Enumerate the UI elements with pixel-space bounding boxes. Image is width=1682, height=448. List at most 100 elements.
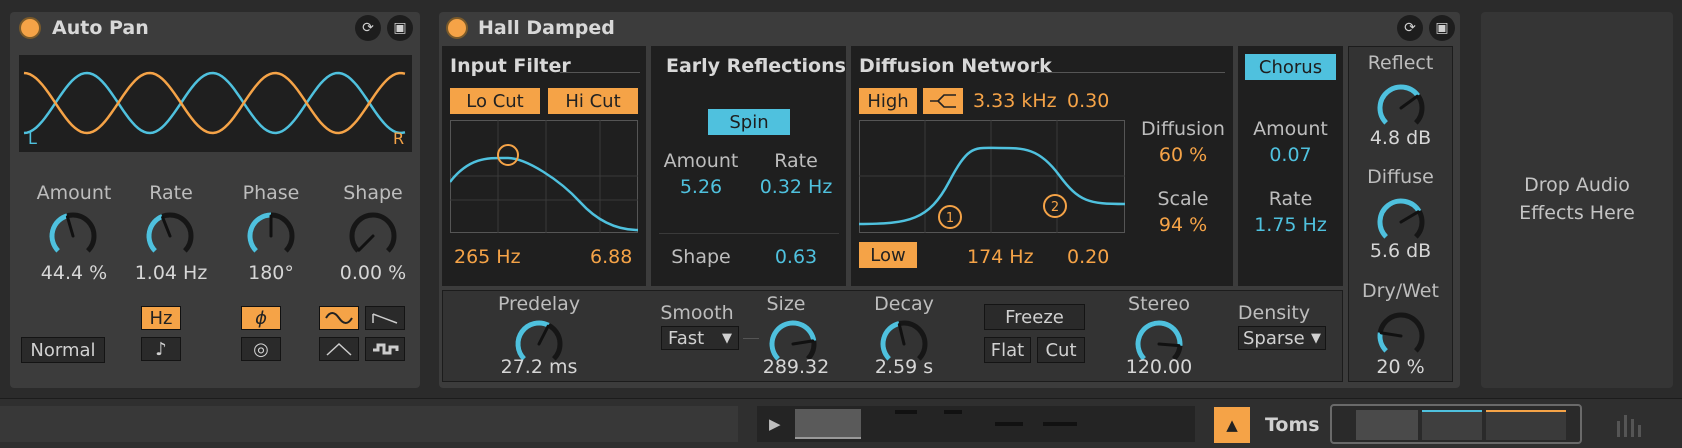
track-expand-button[interactable]: ▲: [1214, 407, 1250, 443]
diffusion-network-graph[interactable]: 1 2: [859, 120, 1125, 233]
clip-overview[interactable]: ▶: [757, 406, 1195, 442]
drop-area-line1: Drop Audio: [1524, 174, 1630, 196]
density-dropdown[interactable]: Sparse ▼: [1238, 326, 1326, 350]
hot-swap-icon[interactable]: ⟳: [1397, 15, 1423, 41]
high-damp-value[interactable]: 0.30: [1067, 90, 1109, 112]
overview-note: [995, 422, 1023, 426]
lfo-left-label: L: [28, 129, 37, 148]
smooth-label: Smooth: [660, 302, 734, 324]
divider: [659, 233, 839, 234]
decay-label: Decay: [874, 293, 934, 315]
high-marker-label: 2: [1051, 200, 1059, 215]
overview-note: [895, 410, 917, 414]
sine-wave-icon[interactable]: [319, 306, 359, 330]
input-filter-q[interactable]: 6.88: [590, 246, 632, 268]
predelay-value: 27.2 ms: [500, 356, 578, 378]
spin-mode-button[interactable]: ◎: [241, 337, 281, 361]
shape-knob[interactable]: [345, 208, 401, 264]
size-label: Size: [766, 293, 806, 315]
meter-bar: [1638, 425, 1641, 437]
save-preset-icon[interactable]: ▣: [1429, 15, 1455, 41]
saw-wave-icon[interactable]: [365, 306, 405, 330]
stereo-label: Stereo: [1128, 293, 1190, 315]
shape-label: Shape: [343, 182, 403, 204]
hi-cut-button[interactable]: Hi Cut: [548, 88, 638, 114]
shelf-type-icon[interactable]: [923, 88, 963, 114]
lo-cut-button[interactable]: Lo Cut: [450, 88, 540, 114]
overview-note: [1043, 422, 1077, 426]
amount-knob[interactable]: [45, 208, 101, 264]
low-shelf-button[interactable]: Low: [859, 242, 917, 268]
cut-button[interactable]: Cut: [1037, 337, 1085, 363]
overview-viewport[interactable]: [795, 409, 861, 439]
drywet-value: 20 %: [1376, 356, 1425, 378]
spin-button[interactable]: Spin: [708, 109, 790, 135]
rate-note-button[interactable]: ♪: [141, 337, 181, 361]
stereo-value: 120.00: [1125, 356, 1193, 378]
divider: [743, 338, 759, 339]
triangle-up-icon: ▲: [1226, 416, 1238, 434]
play-icon[interactable]: ▶: [769, 415, 781, 433]
hot-swap-icon[interactable]: ⟳: [355, 15, 381, 41]
density-label: Density: [1237, 302, 1311, 324]
input-filter-freq[interactable]: 265 Hz: [454, 246, 521, 268]
smooth-dropdown[interactable]: Fast ▼: [661, 326, 739, 350]
status-field: [0, 406, 738, 442]
drop-area-line2: Effects Here: [1519, 202, 1635, 224]
drywet-label: Dry/Wet: [1362, 280, 1439, 302]
bottom-bar: ▶ ▲ Toms: [0, 398, 1682, 448]
phase-value: 180°: [248, 262, 294, 284]
chorus-button[interactable]: Chorus: [1245, 54, 1336, 80]
drop-effects-area[interactable]: Drop Audio Effects Here: [1481, 12, 1673, 388]
triangle-wave-icon[interactable]: [319, 337, 359, 361]
diffusion-value[interactable]: 60 %: [1135, 144, 1231, 166]
scale-label: Scale: [1157, 188, 1209, 210]
diffusion-network-panel: Diffusion Network High 3.33 kHz 0.30 1 2…: [851, 46, 1233, 286]
save-preset-icon[interactable]: ▣: [387, 15, 413, 41]
phase-knob[interactable]: [243, 208, 299, 264]
low-damp-value[interactable]: 0.20: [1067, 246, 1109, 268]
decay-value: 2.59 s: [874, 356, 934, 378]
chorus-amount-value[interactable]: 0.07: [1238, 144, 1343, 166]
phase-mode-button[interactable]: ϕ: [241, 306, 281, 330]
meter-bar: [1624, 415, 1627, 437]
lfo-right-label: R: [393, 129, 405, 148]
input-filter-title: Input Filter: [450, 55, 571, 77]
high-shelf-button[interactable]: High: [859, 88, 917, 114]
flat-button[interactable]: Flat: [984, 337, 1031, 363]
auto-pan-title: Auto Pan: [52, 17, 149, 39]
random-wave-icon[interactable]: [365, 337, 405, 361]
scale-value[interactable]: 94 %: [1135, 214, 1231, 236]
density-value: Sparse: [1243, 327, 1305, 349]
rate-knob[interactable]: [142, 208, 198, 264]
freeze-button[interactable]: Freeze: [984, 304, 1085, 330]
lfo-waveform: [23, 71, 406, 135]
chorus-rate-value[interactable]: 1.75 Hz: [1238, 214, 1343, 236]
early-rate-value[interactable]: 0.32 Hz: [751, 176, 841, 198]
thumbnail-device: [1356, 410, 1418, 440]
reflect-label: Reflect: [1367, 52, 1434, 74]
early-shape-value[interactable]: 0.63: [751, 246, 841, 268]
rate-hz-button[interactable]: Hz: [141, 306, 181, 330]
high-freq-value[interactable]: 3.33 kHz: [973, 90, 1057, 112]
early-reflections-panel: Early Reflections Spin Amount 5.26 Rate …: [651, 46, 846, 286]
low-freq-value[interactable]: 174 Hz: [967, 246, 1034, 268]
early-amount-value[interactable]: 5.26: [656, 176, 746, 198]
hall-title: Hall Damped: [478, 17, 615, 39]
mode-normal-button[interactable]: Normal: [21, 337, 105, 363]
thumbnail-device: [1422, 410, 1482, 440]
auto-pan-power-button[interactable]: [19, 17, 41, 39]
hall-power-button[interactable]: [446, 17, 468, 39]
meter-icon: [1615, 411, 1645, 437]
early-reflections-title: Early Reflections: [666, 55, 846, 77]
chevron-down-icon: ▼: [722, 330, 732, 346]
phase-label: Phase: [242, 182, 300, 204]
amount-label: Amount: [36, 182, 112, 204]
device-chain-thumbnail[interactable]: [1330, 404, 1582, 444]
hall-damped-device: Hall Damped ⟳ ▣ Input Filter Lo Cut Hi C…: [439, 12, 1460, 388]
low-marker-label: 1: [946, 211, 954, 226]
rate-label: Rate: [149, 182, 193, 204]
reflect-value: 4.8 dB: [1369, 127, 1432, 149]
input-filter-graph[interactable]: [450, 120, 638, 233]
divider: [1037, 72, 1225, 73]
